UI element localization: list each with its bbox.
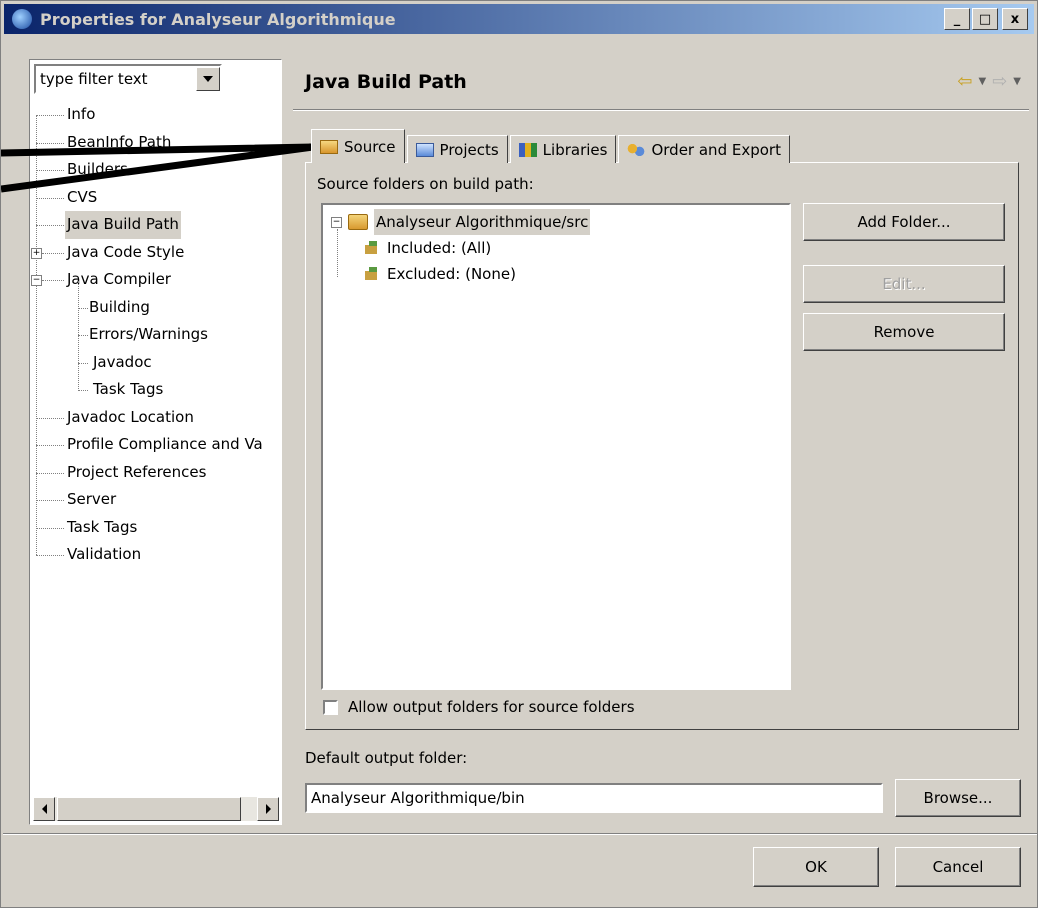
remove-button[interactable]: Remove: [803, 313, 1005, 351]
allow-output-folders-checkbox[interactable]: [323, 699, 338, 715]
projects-icon: [415, 142, 434, 157]
chevron-down-icon: [203, 76, 213, 82]
tree-item-profile-compliance[interactable]: Profile Compliance and Va: [31, 431, 281, 459]
scroll-left-button[interactable]: [33, 797, 55, 821]
tree-item-project-references[interactable]: Project References: [31, 459, 281, 487]
tree-item-builders[interactable]: Builders: [31, 156, 281, 184]
tree-item-javadoc[interactable]: Javadoc: [31, 349, 281, 377]
source-folder-label[interactable]: Analyseur Algorithmique/src: [374, 209, 591, 235]
arrow-right-icon: [265, 804, 271, 814]
window-controls: _ □ x: [944, 8, 1028, 30]
tab-order-export-label: Order and Export: [651, 140, 781, 159]
tree-guide: [337, 229, 338, 277]
libraries-icon: [518, 142, 537, 157]
browse-button[interactable]: Browse...: [895, 779, 1021, 817]
tree-item-task-tags[interactable]: Task Tags: [31, 514, 281, 542]
allow-output-folders-option[interactable]: Allow output folders for source folders: [323, 698, 635, 716]
horizontal-scrollbar[interactable]: [33, 797, 279, 821]
tab-order-export[interactable]: Order and Export: [618, 135, 790, 163]
collapse-icon[interactable]: −: [331, 216, 342, 228]
tree-item-java-build-path[interactable]: Java Build Path: [31, 211, 281, 239]
tree-item-beaninfo-path[interactable]: BeanInfo Path: [31, 129, 281, 157]
allow-output-folders-label: Allow output folders for source folders: [348, 698, 635, 716]
tree-item-cvs[interactable]: CVS: [31, 184, 281, 212]
tab-source[interactable]: Source: [311, 129, 405, 163]
tab-libraries[interactable]: Libraries: [509, 135, 617, 163]
source-folders-tree[interactable]: − Analyseur Algorithmique/src Included: …: [321, 203, 791, 690]
window-title: Properties for Analyseur Algorithmique: [40, 9, 396, 29]
tree-item-java-compiler[interactable]: − Java Compiler: [31, 266, 281, 294]
excluded-label[interactable]: Excluded: (None): [387, 261, 516, 287]
history-navigation: ⇦ ▼ ⇨ ▼: [957, 71, 1021, 92]
tree-item-server[interactable]: Server: [31, 486, 281, 514]
back-dropdown-icon[interactable]: ▼: [979, 76, 987, 87]
source-folders-heading: Source folders on build path:: [317, 175, 534, 193]
tab-strip: Source Projects Libraries Order and Expo…: [311, 129, 792, 163]
source-folder-icon: [320, 139, 338, 154]
tree-item-validation[interactable]: Validation: [31, 541, 281, 569]
inclusion-filter-icon: [363, 239, 381, 257]
excluded-filter-row[interactable]: Excluded: (None): [363, 261, 516, 287]
properties-tree: Info BeanInfo Path Builders CVS Java Bui…: [31, 101, 281, 569]
title-bar[interactable]: Properties for Analyseur Algorithmique _…: [4, 4, 1034, 34]
tree-item-javadoc-location[interactable]: Javadoc Location: [31, 404, 281, 432]
exclusion-filter-icon: [363, 265, 381, 283]
ok-button[interactable]: OK: [753, 847, 879, 887]
forward-arrow-icon[interactable]: ⇨: [992, 71, 1007, 92]
edit-button[interactable]: Edit...: [803, 265, 1005, 303]
page-title: Java Build Path: [305, 71, 467, 93]
back-arrow-icon[interactable]: ⇦: [957, 71, 972, 92]
footer-separator: [3, 833, 1037, 835]
scroll-right-button[interactable]: [257, 797, 279, 821]
included-filter-row[interactable]: Included: (All): [363, 235, 491, 261]
filter-text[interactable]: type filter text: [36, 70, 196, 88]
tree-item-info[interactable]: Info: [31, 101, 281, 129]
properties-dialog: Properties for Analyseur Algorithmique _…: [0, 0, 1038, 908]
tree-item-java-code-style[interactable]: + Java Code Style: [31, 239, 281, 267]
filter-input[interactable]: type filter text: [34, 64, 222, 94]
default-output-folder-label: Default output folder:: [305, 749, 468, 767]
eclipse-icon: [12, 9, 32, 29]
add-folder-button[interactable]: Add Folder...: [803, 203, 1005, 241]
tab-projects[interactable]: Projects: [406, 135, 508, 163]
default-output-folder-field[interactable]: Analyseur Algorithmique/bin: [305, 783, 883, 813]
tree-item-building[interactable]: Building: [31, 280, 281, 391]
tab-libraries-label: Libraries: [542, 140, 608, 159]
forward-dropdown-icon[interactable]: ▼: [1013, 76, 1021, 87]
source-folder-icon: [348, 214, 368, 230]
order-export-icon: [627, 142, 646, 157]
maximize-button[interactable]: □: [972, 8, 998, 30]
expand-icon[interactable]: +: [31, 247, 42, 259]
arrow-left-icon: [41, 804, 47, 814]
source-folder-root[interactable]: − Analyseur Algorithmique/src: [331, 209, 591, 235]
scroll-thumb[interactable]: [57, 797, 241, 821]
close-button[interactable]: x: [1002, 8, 1028, 30]
collapse-icon[interactable]: −: [31, 275, 42, 286]
tab-source-label: Source: [344, 137, 396, 156]
filter-dropdown-button[interactable]: [196, 67, 220, 91]
header-separator: [293, 109, 1029, 111]
tab-projects-label: Projects: [439, 140, 499, 159]
tree-item-errors-warnings[interactable]: Errors/Warnings: [31, 321, 281, 349]
included-label[interactable]: Included: (All): [387, 235, 491, 261]
tree-item-task-tags-compiler[interactable]: Task Tags: [31, 376, 281, 404]
minimize-button[interactable]: _: [944, 8, 970, 30]
cancel-button[interactable]: Cancel: [895, 847, 1021, 887]
